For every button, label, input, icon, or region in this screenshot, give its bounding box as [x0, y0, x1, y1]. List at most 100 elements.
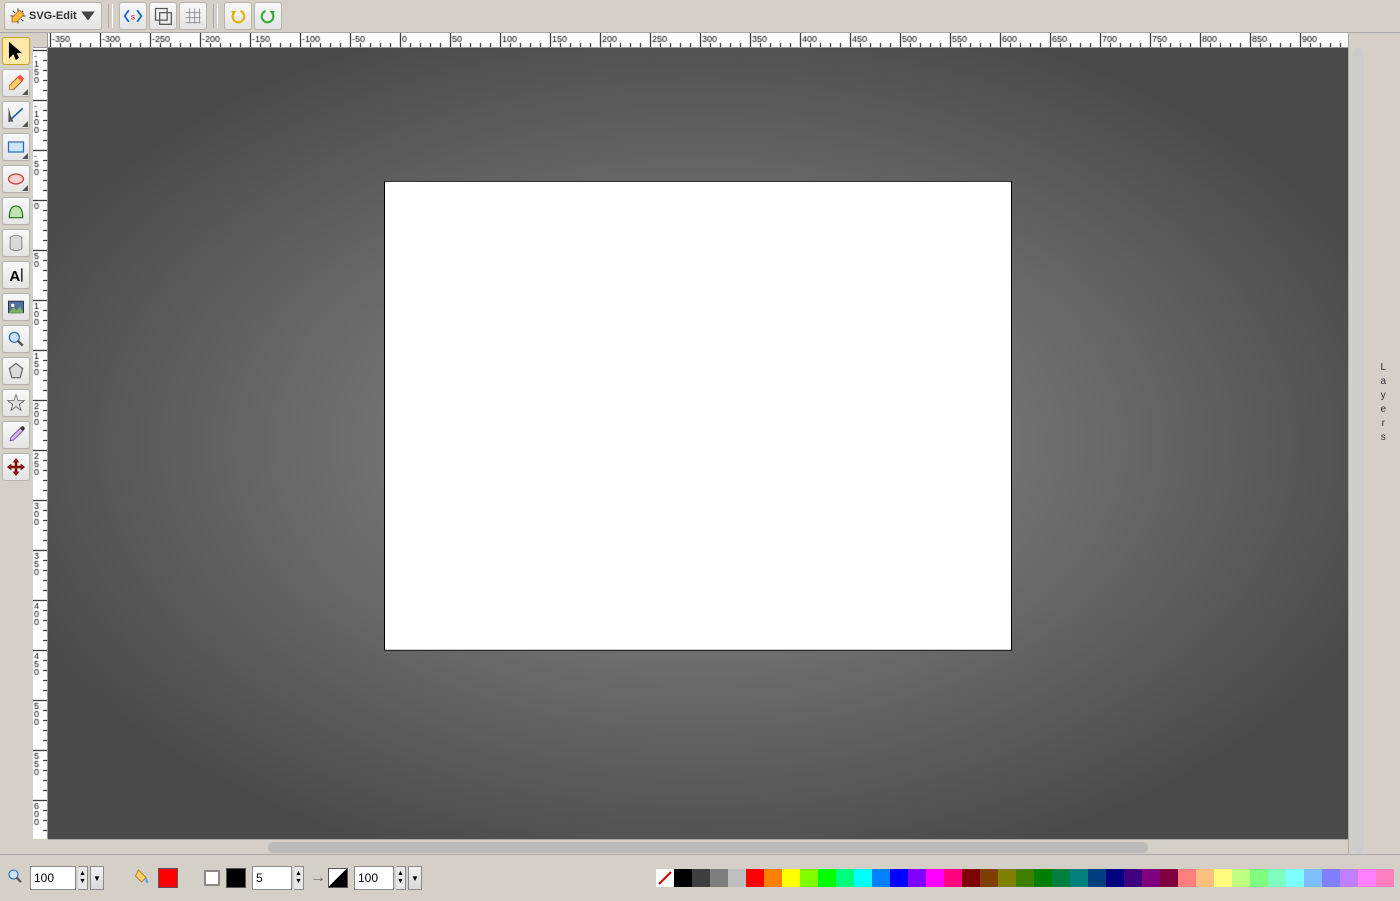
pencil-tool[interactable]: [2, 69, 30, 97]
text-tool[interactable]: A: [2, 261, 30, 289]
opacity-control: ▲▼ ▼: [354, 866, 422, 890]
vertical-scrollbar[interactable]: [1352, 48, 1364, 854]
palette-color[interactable]: [962, 869, 980, 887]
stroke-width-spinner[interactable]: ▲▼: [294, 866, 304, 890]
eyedropper-tool[interactable]: [2, 421, 30, 449]
shapelib-tool[interactable]: [2, 229, 30, 257]
palette-color[interactable]: [944, 869, 962, 887]
tools-panel: A: [0, 33, 33, 839]
app-logo-icon: [9, 7, 27, 25]
undo-button[interactable]: [224, 2, 252, 30]
edit-group: s: [119, 2, 207, 30]
scrollbar-thumb[interactable]: [268, 842, 1148, 853]
zoom-input[interactable]: [30, 866, 76, 890]
arrow-icon: →: [310, 869, 322, 887]
palette-color[interactable]: [800, 869, 818, 887]
fill-color-swatch[interactable]: [158, 868, 178, 888]
palette-color[interactable]: [1088, 869, 1106, 887]
palette-color[interactable]: [1142, 869, 1160, 887]
palette-color[interactable]: [1034, 869, 1052, 887]
panning-tool[interactable]: [2, 453, 30, 481]
palette-color[interactable]: [998, 869, 1016, 887]
ellipse-tool[interactable]: [2, 165, 30, 193]
palette-color[interactable]: [1286, 869, 1304, 887]
rect-tool[interactable]: [2, 133, 30, 161]
svg-text:A: A: [9, 268, 20, 285]
palette-color[interactable]: [1214, 869, 1232, 887]
star-tool[interactable]: [2, 389, 30, 417]
svg-text:s: s: [131, 11, 135, 21]
palette-color[interactable]: [1304, 869, 1322, 887]
palette-color[interactable]: [692, 869, 710, 887]
select-tool[interactable]: [2, 37, 30, 65]
horizontal-ruler: [48, 33, 1348, 48]
palette-color[interactable]: [836, 869, 854, 887]
palette-color[interactable]: [890, 869, 908, 887]
zoom-tool[interactable]: [2, 325, 30, 353]
app-title: SVG-Edit: [29, 10, 77, 22]
palette-color[interactable]: [1268, 869, 1286, 887]
palette-color[interactable]: [1052, 869, 1070, 887]
separator: [213, 4, 218, 28]
zoom-control: ▲▼ ▼: [30, 866, 104, 890]
zoom-spinner[interactable]: ▲▼: [78, 866, 88, 890]
palette-color[interactable]: [1016, 869, 1034, 887]
redo-button[interactable]: [254, 2, 282, 30]
stroke-width-control: ▲▼: [252, 866, 304, 890]
palette-color[interactable]: [728, 869, 746, 887]
wireframe-button[interactable]: [149, 2, 177, 30]
stroke-bg-swatch[interactable]: [204, 870, 220, 886]
palette-color[interactable]: [1160, 869, 1178, 887]
color-palette: [656, 869, 1394, 887]
right-scroll-strip: [1348, 33, 1366, 854]
palette-color[interactable]: [1124, 869, 1142, 887]
ruler-corner: [33, 33, 48, 48]
horizontal-scrollbar[interactable]: [48, 839, 1348, 854]
palette-color[interactable]: [1106, 869, 1124, 887]
image-tool[interactable]: [2, 293, 30, 321]
palette-color[interactable]: [854, 869, 872, 887]
canvas-workarea[interactable]: [48, 48, 1348, 839]
palette-color[interactable]: [746, 869, 764, 887]
palette-color[interactable]: [1358, 869, 1376, 887]
opacity-dropdown[interactable]: ▼: [408, 866, 422, 890]
stroke-style-swatch[interactable]: [328, 868, 348, 888]
svg-canvas[interactable]: [384, 180, 1012, 650]
line-tool[interactable]: [2, 101, 30, 129]
path-tool[interactable]: [2, 197, 30, 225]
palette-color[interactable]: [872, 869, 890, 887]
palette-none[interactable]: [656, 869, 674, 887]
palette-color[interactable]: [1232, 869, 1250, 887]
polygon-tool[interactable]: [2, 357, 30, 385]
vertical-ruler: [33, 48, 48, 839]
palette-color[interactable]: [1322, 869, 1340, 887]
palette-color[interactable]: [710, 869, 728, 887]
edit-source-button[interactable]: s: [119, 2, 147, 30]
separator: [108, 4, 113, 28]
layers-panel-tab[interactable]: Layers: [1366, 360, 1400, 444]
palette-color[interactable]: [782, 869, 800, 887]
fill-icon: [134, 867, 152, 890]
main-menu-button[interactable]: SVG-Edit: [4, 2, 102, 30]
opacity-spinner[interactable]: ▲▼: [396, 866, 406, 890]
top-toolbar: SVG-Edit s: [0, 0, 1400, 33]
palette-color[interactable]: [1070, 869, 1088, 887]
palette-color[interactable]: [1196, 869, 1214, 887]
palette-color[interactable]: [674, 869, 692, 887]
palette-color[interactable]: [926, 869, 944, 887]
show-grid-button[interactable]: [179, 2, 207, 30]
palette-color[interactable]: [1340, 869, 1358, 887]
palette-color[interactable]: [764, 869, 782, 887]
stroke-width-input[interactable]: [252, 866, 292, 890]
palette-color[interactable]: [1376, 869, 1394, 887]
history-group: [224, 2, 282, 30]
palette-color[interactable]: [980, 869, 998, 887]
dropdown-caret-icon: [79, 7, 97, 25]
opacity-input[interactable]: [354, 866, 394, 890]
palette-color[interactable]: [1178, 869, 1196, 887]
palette-color[interactable]: [1250, 869, 1268, 887]
palette-color[interactable]: [818, 869, 836, 887]
stroke-color-swatch[interactable]: [226, 868, 246, 888]
palette-color[interactable]: [908, 869, 926, 887]
zoom-dropdown[interactable]: ▼: [90, 866, 104, 890]
